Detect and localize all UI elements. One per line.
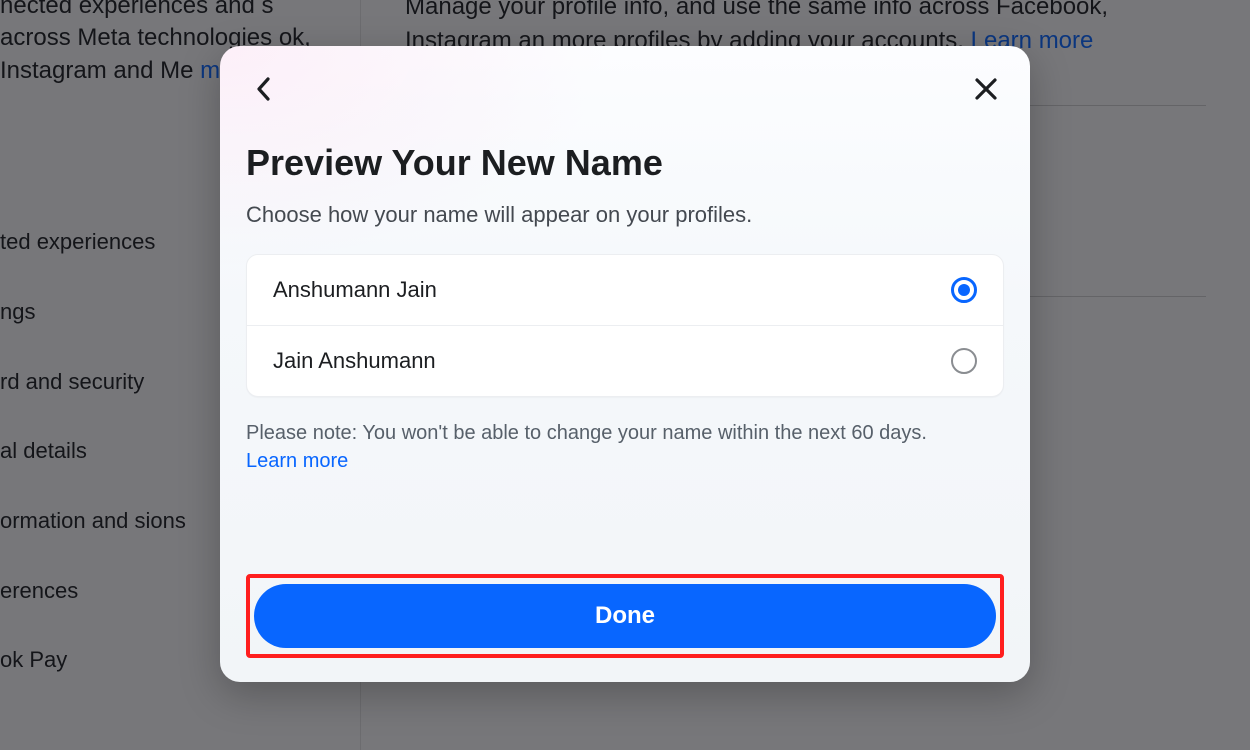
note-learn-more-link[interactable]: Learn more — [246, 450, 348, 472]
change-limit-note: Please note: You won't be able to change… — [246, 419, 1004, 475]
name-option-label: Jain Anshumann — [273, 348, 436, 374]
radio-selected-icon[interactable] — [951, 277, 977, 303]
name-option-row[interactable]: Jain Anshumann — [247, 325, 1003, 396]
modal-title: Preview Your New Name — [246, 142, 1004, 184]
name-option-label: Anshumann Jain — [273, 277, 437, 303]
preview-name-modal: Preview Your New Name Choose how your na… — [220, 46, 1030, 682]
name-options-card: Anshumann Jain Jain Anshumann — [246, 254, 1004, 397]
done-button[interactable]: Done — [254, 584, 996, 648]
back-button[interactable] — [246, 72, 282, 108]
name-option-row[interactable]: Anshumann Jain — [247, 255, 1003, 325]
chevron-left-icon — [254, 75, 274, 106]
close-icon — [973, 76, 999, 105]
modal-header — [246, 72, 1004, 108]
radio-unselected-icon[interactable] — [951, 348, 977, 374]
modal-subtitle: Choose how your name will appear on your… — [246, 202, 1004, 228]
done-highlight-box: Done — [246, 574, 1004, 658]
close-button[interactable] — [968, 72, 1004, 108]
